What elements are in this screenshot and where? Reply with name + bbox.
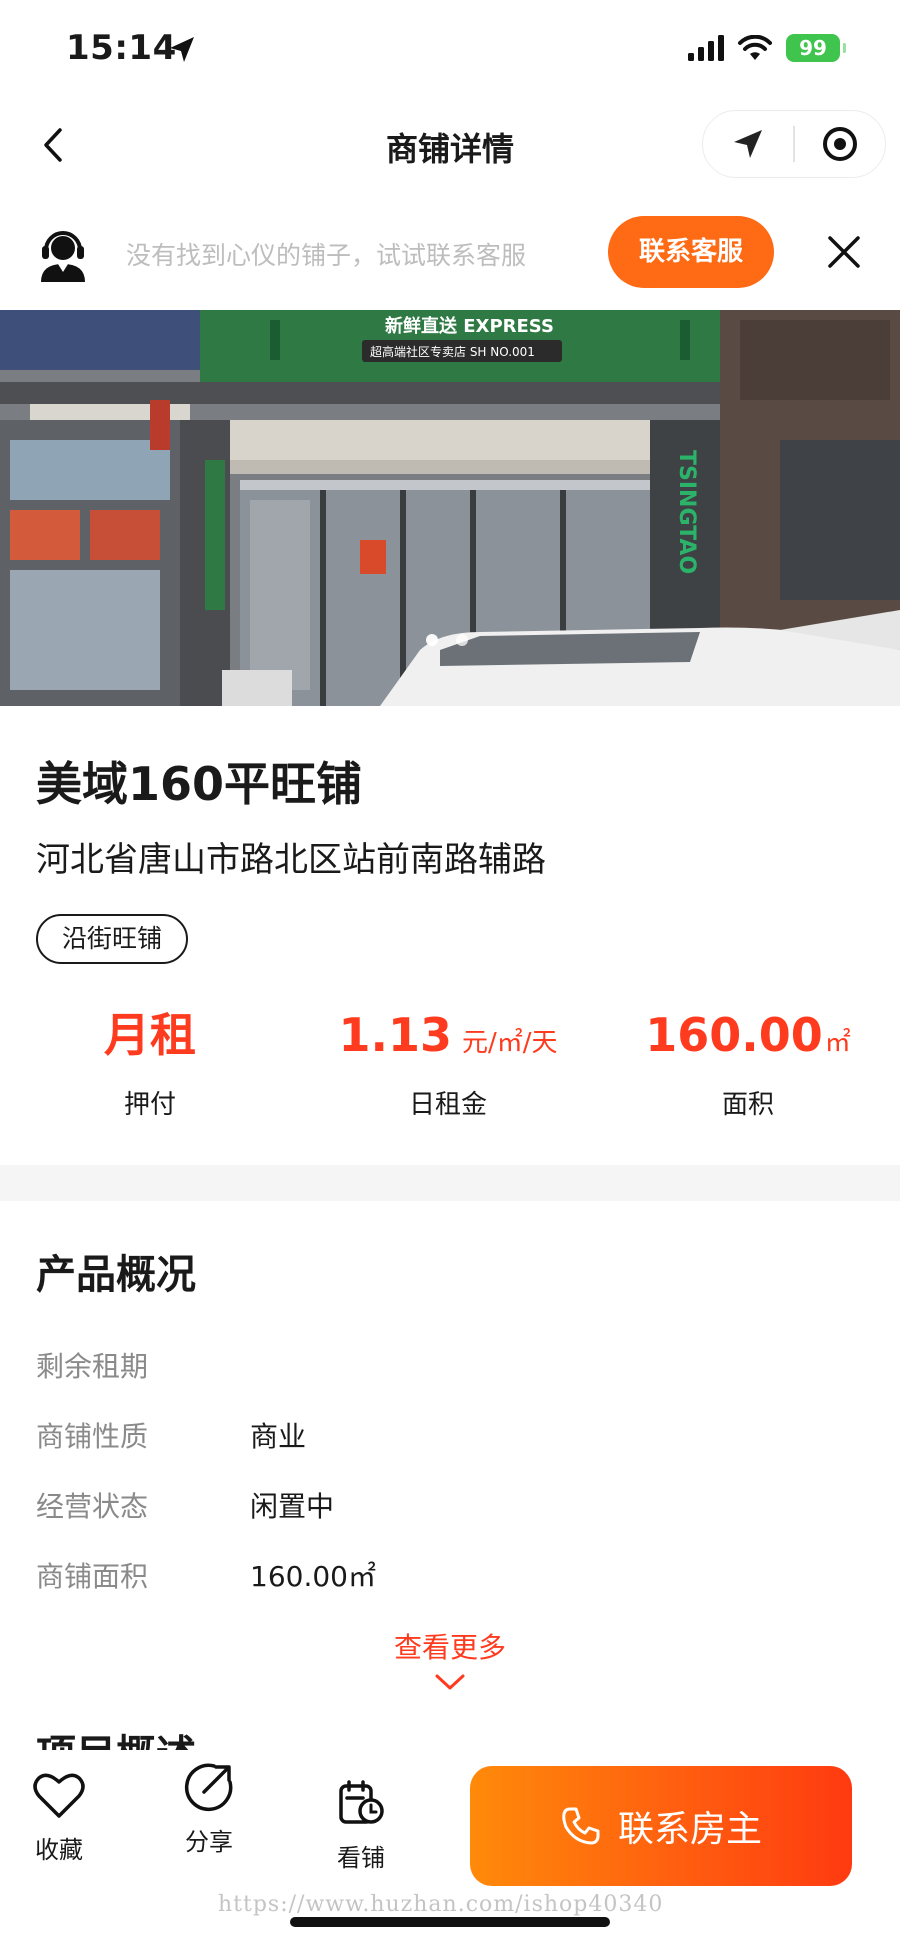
stat-area-value: 160.00 xyxy=(645,1008,823,1062)
nav-bar: 商铺详情 xyxy=(0,100,900,190)
share-label: 分享 xyxy=(185,1828,233,1856)
navigate-icon xyxy=(734,130,763,158)
next-section-title: 项目概述 xyxy=(36,1728,296,1750)
see-more-link[interactable]: 查看更多 xyxy=(0,1626,900,1666)
miniprogram-capsule xyxy=(702,110,886,178)
watermark: https://www.huzhan.com/ishop40340 xyxy=(218,1892,664,1917)
listing-title: 美域160平旺铺 xyxy=(36,757,363,811)
sign-text: 新鲜直送 EXPRESS xyxy=(385,315,554,337)
carousel-dot-2[interactable] xyxy=(456,634,468,646)
status-bar: 15:14 99 xyxy=(0,0,900,100)
brand-text: TSINGTAO xyxy=(674,450,699,574)
overview-key: 剩余租期 xyxy=(36,1350,149,1383)
overview-value: 商业 xyxy=(250,1420,307,1453)
navigate-button[interactable] xyxy=(703,111,793,177)
home-indicator xyxy=(290,1917,610,1927)
next-section-title-text: 项目概述 xyxy=(36,1728,296,1750)
shop-photo-carousel[interactable]: 新鲜直送 EXPRESS 超高端社区专卖店 SH NO.001 TSINGTAO xyxy=(0,310,900,706)
overview-value: 160.00㎡ xyxy=(250,1560,376,1593)
overview-key: 经营状态 xyxy=(36,1490,149,1523)
stat-area-unit: ㎡ xyxy=(824,1028,851,1058)
overview-key: 商铺性质 xyxy=(36,1420,149,1453)
favorite-button[interactable]: 收藏 xyxy=(4,1772,114,1865)
contact-landlord-button[interactable]: 联系房主 xyxy=(470,1766,852,1886)
close-miniprogram-button[interactable] xyxy=(795,111,885,177)
chevron-down-icon[interactable] xyxy=(434,1672,466,1692)
signal-icon xyxy=(688,35,724,61)
overview-row: 商铺面积 160.00㎡ xyxy=(36,1540,866,1610)
contact-landlord-label: 联系房主 xyxy=(617,1809,762,1850)
overview-row: 经营状态 闲置中 xyxy=(36,1470,866,1540)
stat-value: 月租 xyxy=(0,1000,300,1070)
shop-photo: 新鲜直送 EXPRESS 超高端社区专卖店 SH NO.001 TSINGTAO xyxy=(0,310,900,706)
service-banner: 没有找到心仪的铺子，试试联系客服 联系客服 xyxy=(0,212,900,298)
stat-value: 1.13 元/㎡/天 xyxy=(298,1000,598,1070)
stat-daily-rent-value: 1.13 xyxy=(338,1008,452,1062)
listing-stats: 月租 押付 1.13 元/㎡/天 日租金 160.00㎡ 面积 xyxy=(0,1000,900,1140)
stat-daily-rent-label: 日租金 xyxy=(408,1090,487,1120)
favorite-label: 收藏 xyxy=(35,1836,83,1864)
carousel-dot-1[interactable] xyxy=(426,634,438,646)
close-icon[interactable] xyxy=(824,232,864,272)
section-separator xyxy=(0,1165,900,1201)
status-icons: 99 xyxy=(688,34,846,62)
listing-address: 河北省唐山市路北区站前南路辅路 xyxy=(36,840,546,880)
battery-icon: 99 xyxy=(786,34,846,62)
stat-area: 160.00㎡ 面积 xyxy=(598,1000,898,1121)
customer-service-icon xyxy=(41,231,85,282)
location-arrow-icon xyxy=(170,37,194,62)
stat-area-label: 面积 xyxy=(721,1090,774,1120)
wifi-icon xyxy=(738,35,772,60)
stat-value: 160.00㎡ xyxy=(598,1000,898,1070)
carousel-indicator xyxy=(426,634,468,646)
stat-payment-label: 押付 xyxy=(123,1090,176,1120)
overview-row: 商铺性质 商业 xyxy=(36,1400,866,1470)
service-banner-text: 没有找到心仪的铺子，试试联系客服 xyxy=(126,241,527,270)
stat-payment: 月租 押付 xyxy=(0,1000,300,1121)
calendar-clock-icon xyxy=(339,1780,384,1824)
listing-tag: 沿街旺铺 xyxy=(36,914,189,964)
contact-service-button[interactable]: 联系客服 xyxy=(608,216,774,288)
view-shop-label: 看铺 xyxy=(337,1844,385,1872)
target-icon xyxy=(822,127,857,161)
phone-icon xyxy=(562,1807,600,1845)
overview-list: 剩余租期 商铺性质 商业 经营状态 闲置中 商铺面积 160.00㎡ xyxy=(36,1330,866,1610)
overview-row: 剩余租期 xyxy=(36,1330,866,1400)
heart-icon xyxy=(33,1773,85,1818)
share-icon xyxy=(184,1763,233,1812)
sign-subtext: 超高端社区专卖店 SH NO.001 xyxy=(370,344,535,359)
stat-payment-value: 月租 xyxy=(104,1008,196,1062)
view-shop-button[interactable]: 看铺 xyxy=(306,1778,416,1873)
status-time: 15:14 xyxy=(66,28,177,68)
stat-daily-rent: 1.13 元/㎡/天 日租金 xyxy=(298,1000,598,1121)
stat-daily-rent-unit: 元/㎡/天 xyxy=(461,1028,558,1058)
overview-key: 商铺面积 xyxy=(36,1560,149,1593)
overview-value: 闲置中 xyxy=(250,1490,335,1523)
overview-title: 产品概况 xyxy=(36,1252,196,1298)
share-button[interactable]: 分享 xyxy=(154,1762,264,1857)
